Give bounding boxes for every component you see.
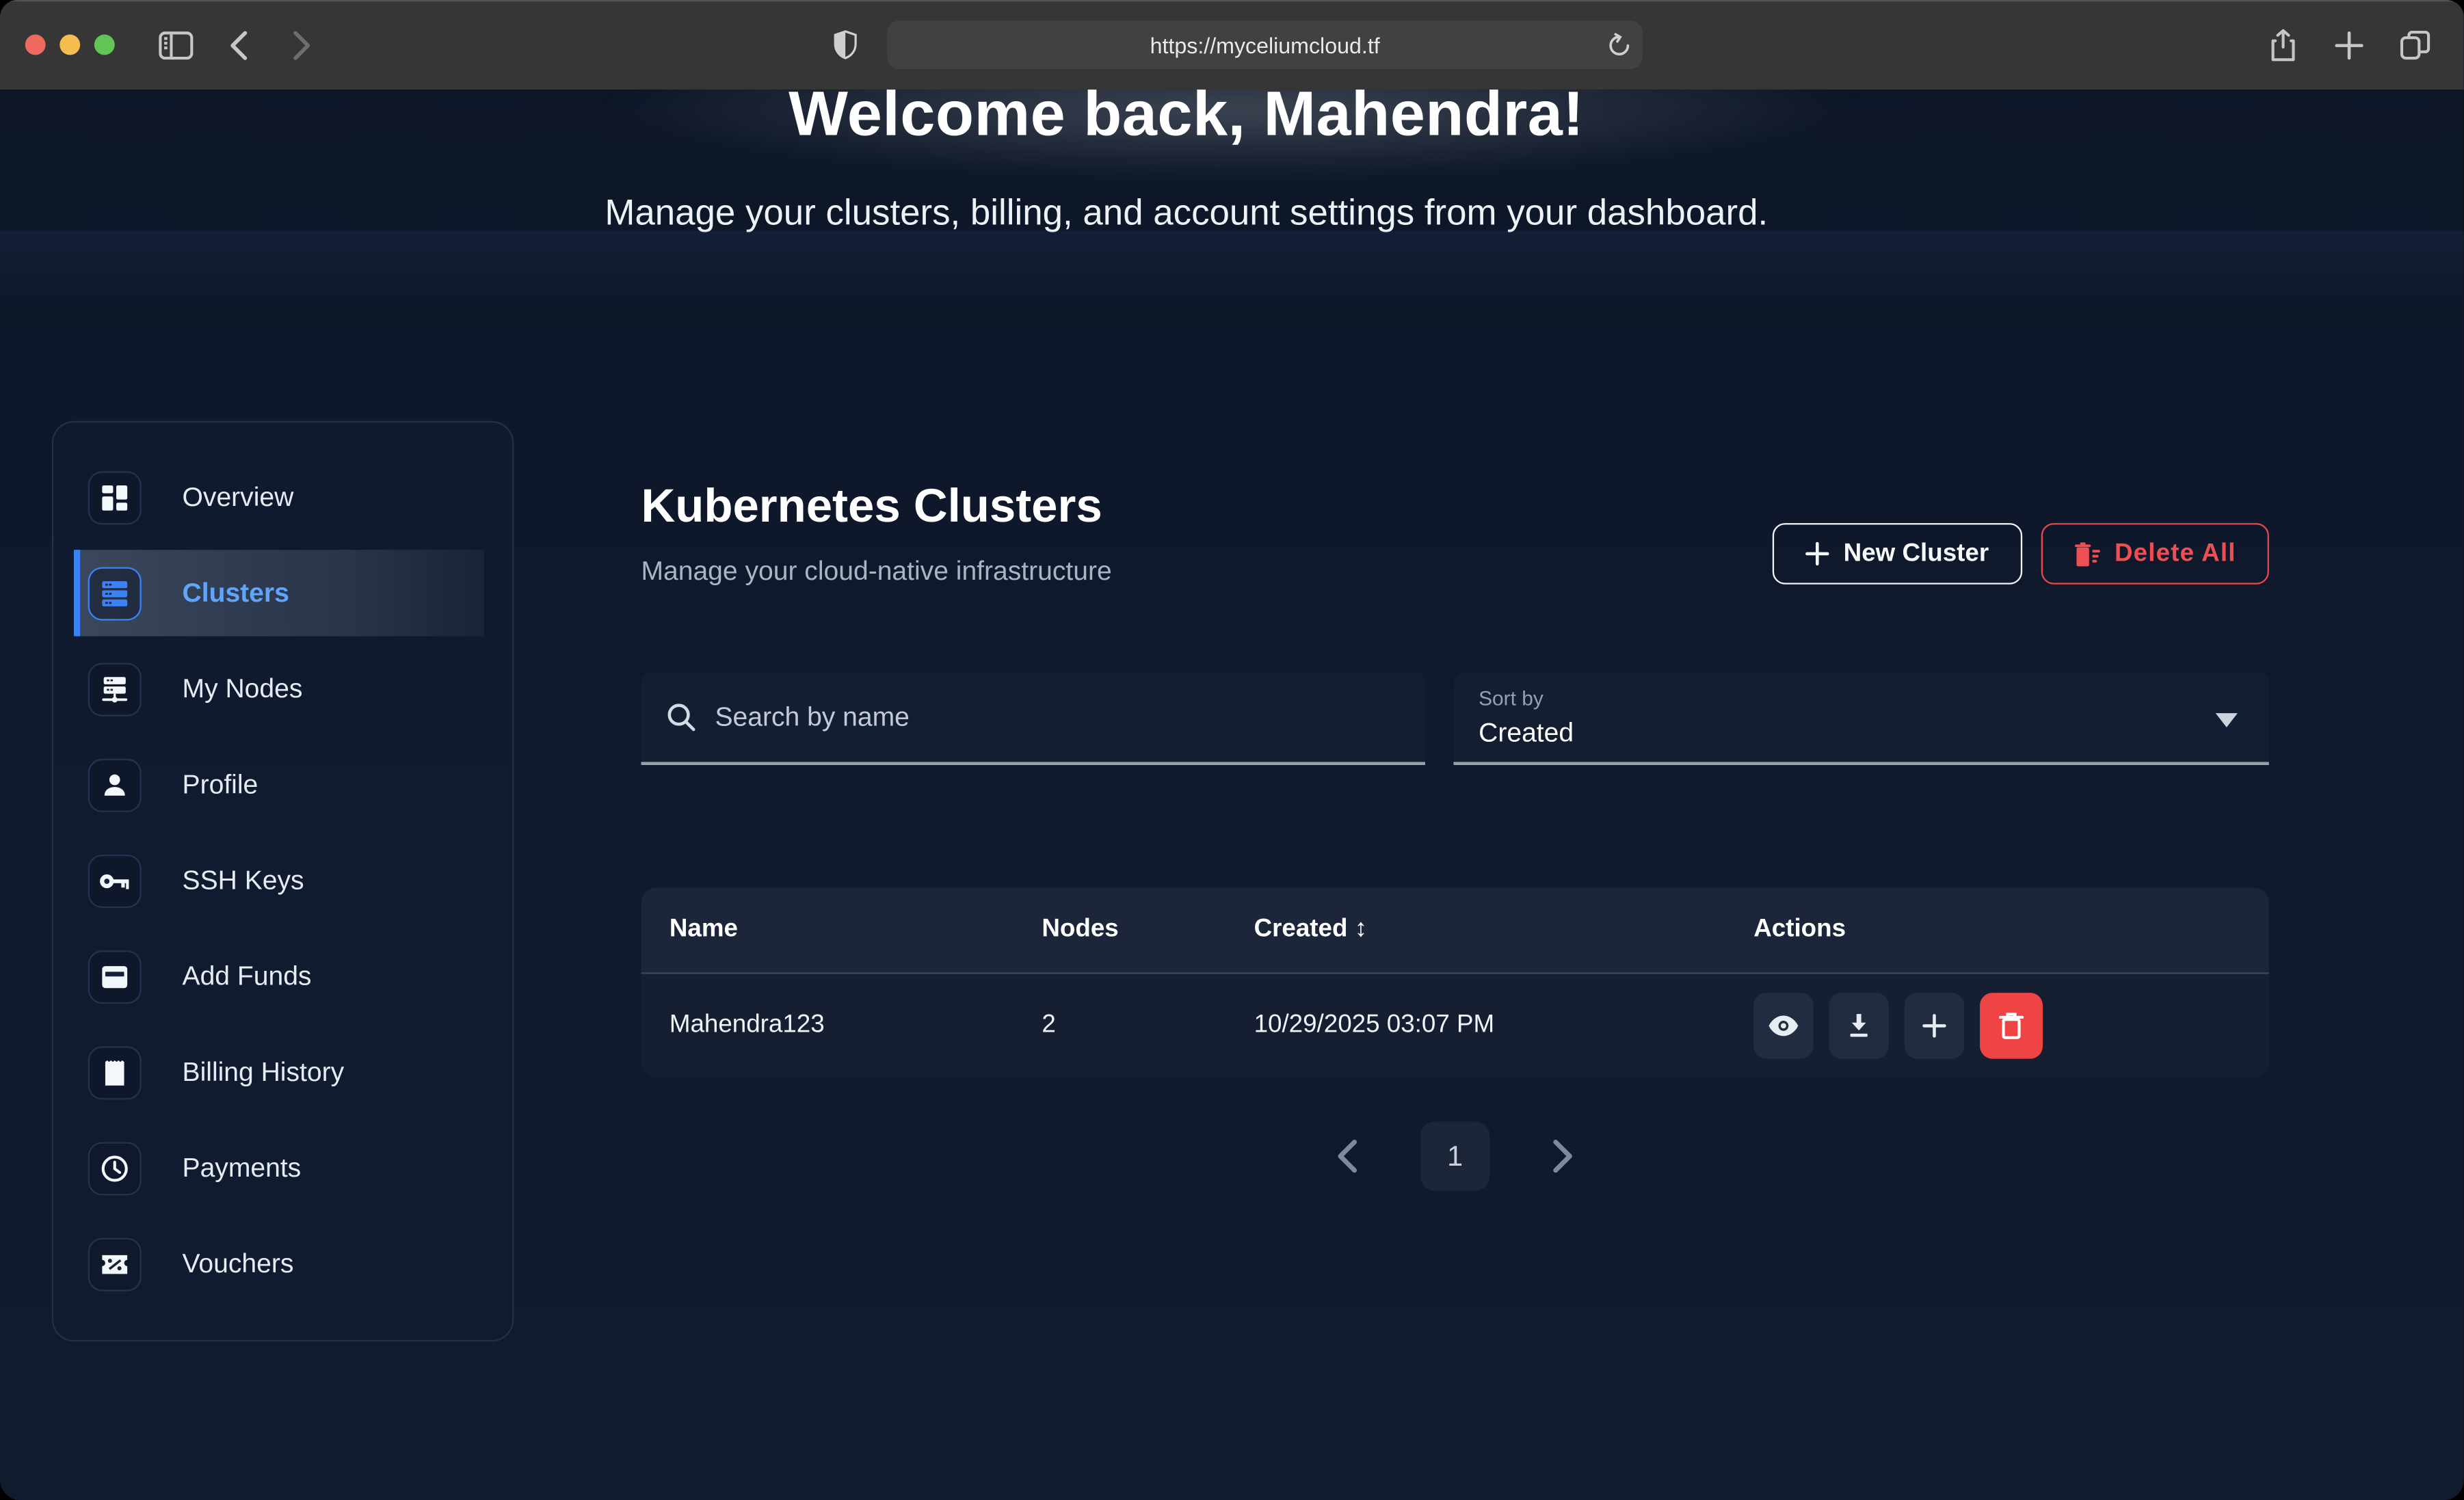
address-bar[interactable]: https://myceliumcloud.tf <box>887 21 1643 69</box>
dashboard-icon <box>88 470 142 524</box>
cluster-created-cell: 10/29/2025 03:07 PM <box>1254 1012 1754 1040</box>
sidebar-item-vouchers[interactable]: Vouchers <box>53 1216 512 1311</box>
sidebar-item-add-funds[interactable]: Add Funds <box>53 928 512 1024</box>
tab-overview-icon[interactable] <box>2392 21 2439 68</box>
pagination: 1 <box>641 1122 2268 1191</box>
delete-all-button[interactable]: Delete All <box>2041 523 2269 585</box>
node-network-icon <box>88 662 142 715</box>
page-title: Kubernetes Clusters <box>641 481 1111 534</box>
column-header-created[interactable]: Created ↕ <box>1254 916 1754 944</box>
download-icon <box>1846 1013 1872 1039</box>
sort-selected-value: Created <box>1479 718 2244 749</box>
sidebar-item-payments[interactable]: Payments <box>53 1120 512 1216</box>
reload-icon[interactable] <box>1608 32 1630 57</box>
download-kubeconfig-button[interactable] <box>1829 993 1889 1059</box>
sidebar-item-label: Overview <box>183 481 294 513</box>
clusters-table: Name Nodes Created ↕ Actions Mahendra123… <box>641 887 2268 1077</box>
sidebar-item-label: Billing History <box>183 1056 345 1088</box>
delete-cluster-button[interactable] <box>1980 993 2043 1059</box>
sidebar-item-my-nodes[interactable]: My Nodes <box>53 641 512 736</box>
sidebar-item-billing-history[interactable]: Billing History <box>53 1024 512 1120</box>
receipt-icon <box>88 1045 142 1099</box>
sidebar-item-overview[interactable]: Overview <box>53 449 512 545</box>
sidebar-item-label: My Nodes <box>183 673 303 705</box>
sidebar-toggle-icon[interactable] <box>153 21 200 68</box>
share-icon[interactable] <box>2260 21 2307 68</box>
forward-button[interactable] <box>278 21 326 68</box>
person-icon <box>88 758 142 812</box>
previous-page-button[interactable] <box>1337 1139 1357 1174</box>
voucher-icon <box>88 1237 142 1290</box>
column-header-name: Name <box>670 916 1042 944</box>
delete-all-label: Delete All <box>2115 539 2236 567</box>
sidebar-item-label: SSH Keys <box>183 865 304 896</box>
sidebar-item-label: Profile <box>183 769 259 801</box>
sort-label: Sort by <box>1479 686 2244 710</box>
sidebar-item-label: Vouchers <box>183 1248 294 1280</box>
trash-icon <box>1999 1012 2024 1040</box>
sort-dropdown[interactable]: Sort by Created <box>1453 672 2269 765</box>
wallet-icon <box>88 950 142 1003</box>
cluster-nodes-cell: 2 <box>1042 1012 1254 1040</box>
sidebar-item-ssh-keys[interactable]: SSH Keys <box>53 833 512 928</box>
minimize-window-button[interactable] <box>59 35 80 55</box>
cluster-name-cell: Mahendra123 <box>670 1012 1042 1040</box>
sidebar-item-clusters[interactable]: Clusters <box>53 545 512 641</box>
server-stack-icon <box>88 566 142 619</box>
clusters-panel: Kubernetes Clusters Manage your cloud-na… <box>641 421 2268 1341</box>
browser-chrome: https://myceliumcloud.tf <box>0 0 2464 90</box>
page-number-button[interactable]: 1 <box>1420 1122 1489 1191</box>
zoom-window-button[interactable] <box>94 35 115 55</box>
search-icon <box>666 702 696 732</box>
sidebar-item-profile[interactable]: Profile <box>53 737 512 833</box>
new-tab-icon[interactable] <box>2326 21 2373 68</box>
add-node-button[interactable] <box>1905 993 1964 1059</box>
page-subtitle: Manage your cloud-native infrastructure <box>641 556 1111 587</box>
back-button[interactable] <box>215 21 263 68</box>
view-cluster-button[interactable] <box>1753 993 1813 1059</box>
sort-arrows-icon[interactable]: ↕ <box>1355 916 1367 943</box>
column-header-actions: Actions <box>1753 916 2269 944</box>
search-field[interactable] <box>641 672 1425 765</box>
sidebar-item-label: Payments <box>183 1152 302 1183</box>
table-row: Mahendra123 2 10/29/2025 03:07 PM <box>641 974 2268 1078</box>
welcome-hero: Welcome back, Mahendra! Manage your clus… <box>0 90 2464 421</box>
plus-icon <box>1922 1013 1947 1039</box>
plus-icon <box>1806 542 1829 565</box>
close-window-button[interactable] <box>25 35 46 55</box>
trash-list-icon <box>2074 541 2100 567</box>
table-header-row: Name Nodes Created ↕ Actions <box>641 887 2268 974</box>
traffic-lights <box>25 35 115 55</box>
eye-icon <box>1768 1015 1799 1036</box>
sidebar-item-label: Add Funds <box>183 961 312 992</box>
welcome-subtitle: Manage your clusters, billing, and accou… <box>0 191 2464 234</box>
chevron-down-icon <box>2216 713 2238 727</box>
clock-icon <box>88 1141 142 1194</box>
new-cluster-label: New Cluster <box>1844 539 1989 567</box>
welcome-title: Welcome back, Mahendra! <box>0 90 2464 151</box>
sidebar-nav: Overview Clusters <box>52 421 514 1341</box>
sidebar-item-label: Clusters <box>183 577 289 608</box>
browser-window: https://myceliumcloud.tf <box>0 0 2464 1500</box>
column-header-nodes: Nodes <box>1042 916 1254 944</box>
search-input[interactable] <box>715 701 1400 733</box>
next-page-button[interactable] <box>1552 1139 1573 1174</box>
key-icon <box>88 854 142 907</box>
privacy-shield-icon[interactable] <box>821 21 869 68</box>
new-cluster-button[interactable]: New Cluster <box>1773 523 2022 585</box>
url-text: https://myceliumcloud.tf <box>1150 32 1380 57</box>
row-actions <box>1753 993 2269 1059</box>
